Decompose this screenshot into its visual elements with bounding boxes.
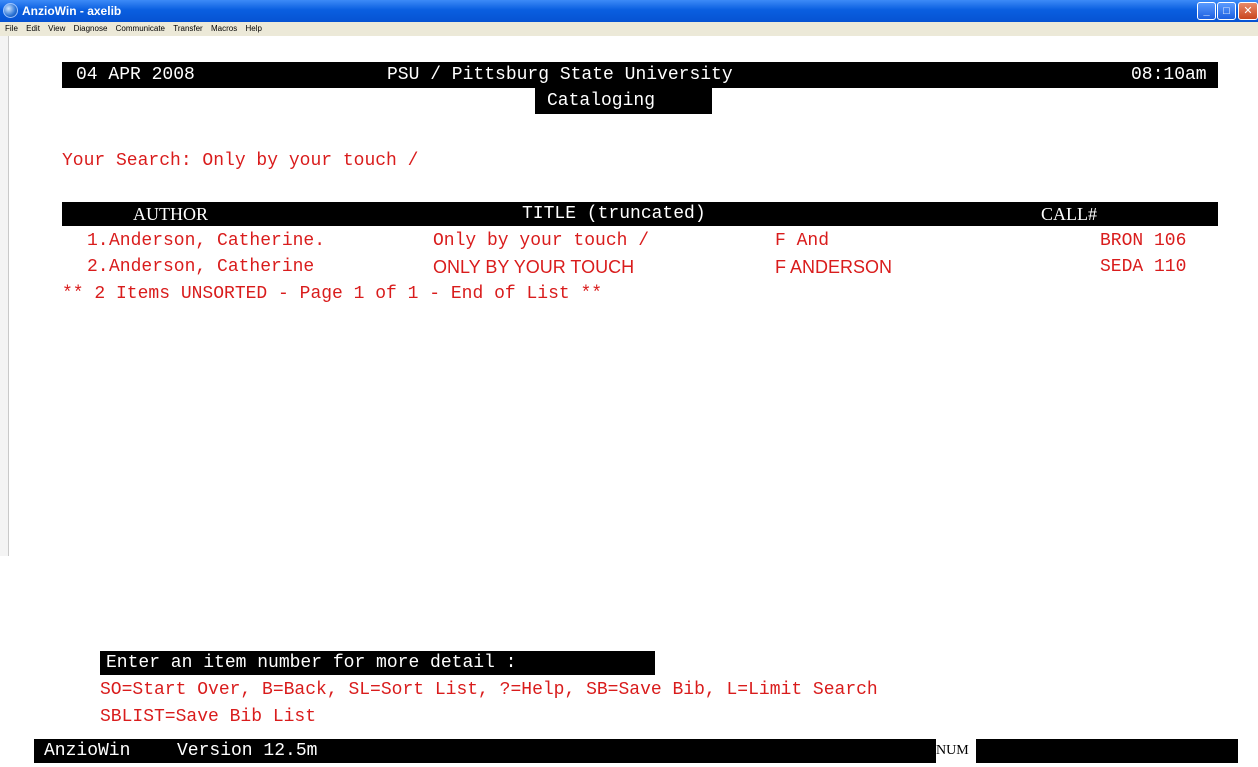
- left-edge-bar: [0, 36, 9, 556]
- status-app-name: AnzioWin: [44, 741, 131, 761]
- menu-help[interactable]: Help: [245, 24, 261, 33]
- module-name: Cataloging: [547, 90, 656, 112]
- item-number-prompt[interactable]: Enter an item number for more detail :: [106, 652, 517, 674]
- row-number: 2.: [87, 257, 109, 277]
- row-author: Anderson, Catherine.: [109, 231, 326, 251]
- row-number: 1.: [87, 231, 109, 251]
- window-title: AnzioWin - axelib: [22, 4, 122, 18]
- header-time: 08:10am: [1131, 64, 1207, 86]
- row-location: BRON 106: [1100, 231, 1187, 251]
- column-author: AUTHOR: [133, 203, 208, 225]
- menu-file[interactable]: File: [5, 24, 18, 33]
- minimize-button[interactable]: _: [1197, 2, 1216, 20]
- menu-edit[interactable]: Edit: [26, 24, 40, 33]
- window-titlebar: AnzioWin - axelib _ □ ✕: [0, 0, 1258, 22]
- command-options-line-2: SBLIST=Save Bib List: [100, 707, 317, 727]
- menu-macros[interactable]: Macros: [211, 24, 237, 33]
- header-institution: PSU / Pittsburg State University: [387, 64, 733, 86]
- menu-communicate[interactable]: Communicate: [116, 24, 165, 33]
- menu-view[interactable]: View: [48, 24, 65, 33]
- search-text: Your Search: Only by your touch /: [62, 151, 419, 171]
- anzio-app-icon[interactable]: [3, 3, 18, 18]
- row-location: SEDA 110: [1100, 257, 1187, 277]
- status-bar: AnzioWin Version 12.5m NUM: [34, 739, 1238, 763]
- results-summary: ** 2 Items UNSORTED - Page 1 of 1 - End …: [62, 284, 603, 304]
- row-call-number: F And: [775, 231, 830, 251]
- row-title: ONLY BY YOUR TOUCH: [433, 257, 635, 277]
- command-options-line: SO=Start Over, B=Back, SL=Sort List, ?=H…: [100, 680, 878, 700]
- header-date: 04 APR 2008: [76, 64, 195, 86]
- column-call: CALL#: [1041, 203, 1097, 225]
- menu-diagnose[interactable]: Diagnose: [74, 24, 108, 33]
- maximize-button[interactable]: □: [1217, 2, 1236, 20]
- close-button[interactable]: ✕: [1238, 2, 1258, 20]
- num-lock-indicator: NUM: [936, 739, 976, 763]
- row-title: Only by your touch /: [433, 231, 650, 251]
- status-version: Version 12.5m: [177, 741, 318, 761]
- menu-bar: File Edit View Diagnose Communicate Tran…: [0, 22, 1258, 36]
- column-title: TITLE (truncated): [522, 203, 706, 225]
- menu-transfer[interactable]: Transfer: [173, 24, 203, 33]
- row-author: Anderson, Catherine: [109, 257, 315, 277]
- row-call-number: F ANDERSON: [775, 257, 893, 277]
